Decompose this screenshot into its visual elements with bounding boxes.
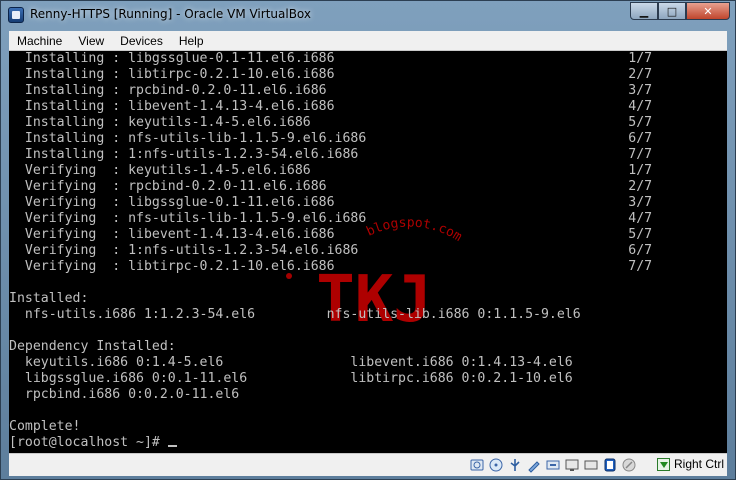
console-line: [root@localhost ~]# (9, 435, 177, 451)
maximize-button[interactable]: □ (658, 2, 686, 20)
console-line: Installing : libgssglue-0.1-11.el6.i686 … (9, 51, 653, 66)
console-line: Verifying : nfs-utils-lib-1.1.5-9.el6.i6… (9, 211, 653, 226)
shared-folder-icon[interactable] (526, 457, 542, 473)
vm-console-screen[interactable]: TKJ blogspot.com Installing : libgssglue… (9, 51, 727, 453)
status-icons (469, 457, 637, 473)
keyboard-capture-icon[interactable] (621, 457, 637, 473)
maximize-icon: □ (666, 4, 678, 18)
console-line: Installing : rpcbind-0.2.0-11.el6.i686 3… (9, 83, 653, 98)
status-bar: Right Ctrl (9, 453, 727, 476)
console-line: keyutils.i686 0:1.4-5.el6 libevent.i686 … (9, 355, 573, 370)
console-line: Installing : libtirpc-0.2.1-10.el6.i686 … (9, 67, 653, 82)
display-icon[interactable] (564, 457, 580, 473)
console-line: Verifying : 1:nfs-utils-1.2.3-54.el6.i68… (9, 243, 653, 258)
caption-buttons: ▁ □ ✕ (630, 2, 730, 21)
console-line: Installing : nfs-utils-lib-1.1.5-9.el6.i… (9, 131, 653, 146)
console-line: Installing : keyutils-1.4-5.el6.i686 5/7 (9, 115, 653, 130)
host-key-arrow-icon (657, 457, 670, 471)
console-line: Verifying : libgssglue-0.1-11.el6.i686 3… (9, 195, 653, 210)
minimize-button[interactable]: ▁ (630, 2, 658, 20)
console-line: Verifying : libevent-1.4.13-4.el6.i686 5… (9, 227, 653, 242)
console-line: Complete! (9, 419, 81, 434)
mouse-integration-icon[interactable] (602, 457, 618, 473)
usb-icon[interactable] (507, 457, 523, 473)
menu-view[interactable]: View (70, 34, 112, 48)
cd-icon[interactable] (488, 457, 504, 473)
window-title: Renny-HTTPS [Running] - Oracle VM Virtua… (30, 7, 312, 21)
console-line: Installing : 1:nfs-utils-1.2.3-54.el6.i6… (9, 147, 653, 162)
host-key-label: Right Ctrl (674, 457, 725, 471)
virtualbox-app-icon (8, 7, 24, 23)
console-line: nfs-utils.i686 1:1.2.3-54.el6 nfs-utils-… (9, 307, 581, 322)
virtualization-icon[interactable] (583, 457, 599, 473)
menu-machine[interactable]: Machine (9, 34, 70, 48)
console-line: Installing : libevent-1.4.13-4.el6.i686 … (9, 99, 653, 114)
host-key-indicator[interactable]: Right Ctrl (657, 457, 724, 471)
menu-devices[interactable]: Devices (112, 34, 171, 48)
virtualbox-window: Renny-HTTPS [Running] - Oracle VM Virtua… (0, 0, 736, 480)
text-cursor (167, 445, 177, 447)
console-line: Installed: (9, 291, 89, 306)
console-line: libgssglue.i686 0:0.1-11.el6 libtirpc.i6… (9, 371, 573, 386)
title-bar[interactable]: Renny-HTTPS [Running] - Oracle VM Virtua… (1, 1, 735, 31)
network-icon[interactable] (545, 457, 561, 473)
console-line: Verifying : keyutils-1.4-5.el6.i686 1/7 (9, 163, 653, 178)
hdd-icon[interactable] (469, 457, 485, 473)
minimize-icon: ▁ (639, 4, 649, 18)
console-line: Verifying : libtirpc-0.2.1-10.el6.i686 7… (9, 259, 653, 274)
console-line: Verifying : rpcbind-0.2.0-11.el6.i686 2/… (9, 179, 653, 194)
menu-help[interactable]: Help (171, 34, 212, 48)
console-line: Dependency Installed: (9, 339, 176, 354)
close-icon: ✕ (703, 4, 713, 18)
menu-bar: Machine View Devices Help (9, 31, 727, 51)
console-line: rpcbind.i686 0:0.2.0-11.el6 (9, 387, 240, 402)
close-button[interactable]: ✕ (686, 2, 730, 20)
